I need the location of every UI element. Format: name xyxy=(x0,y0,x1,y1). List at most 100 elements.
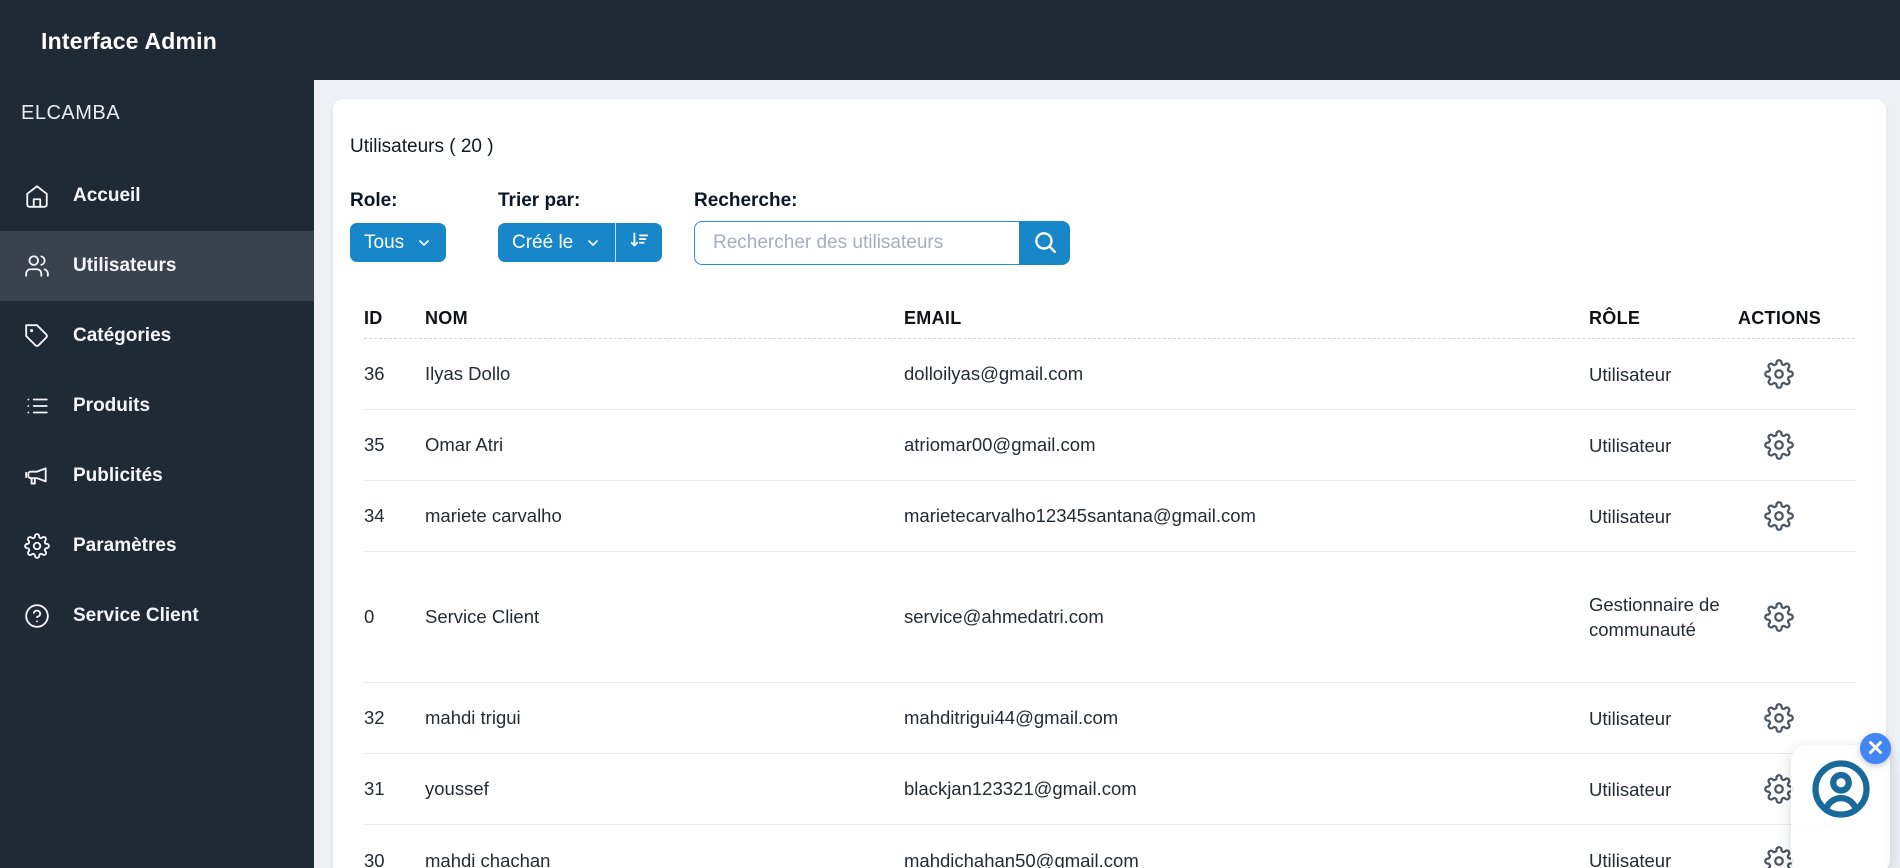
role-dropdown[interactable]: Tous xyxy=(350,223,447,262)
sort-descending-icon xyxy=(628,229,650,257)
tag-icon xyxy=(24,323,51,350)
column-header-nom: NOM xyxy=(425,308,468,328)
table-row: 32 mahdi trigui mahditrigui44@gmail.com … xyxy=(364,683,1855,754)
table-body: 36 Ilyas Dollo dolloilyas@gmail.com Util… xyxy=(364,339,1855,868)
sidebar-item-categories[interactable]: Catégories xyxy=(0,301,314,371)
cell-name: Service Client xyxy=(425,606,540,627)
row-actions-button[interactable] xyxy=(1764,602,1794,632)
cell-name: mariete carvalho xyxy=(425,505,562,526)
table-row: 34 mariete carvalho marietecarvalho12345… xyxy=(364,481,1855,552)
cell-name: Omar Atri xyxy=(425,434,504,455)
app-title: Interface Admin xyxy=(41,28,217,54)
sidebar-item-label: Publicités xyxy=(73,465,163,486)
cell-id: 30 xyxy=(364,849,385,868)
cell-id: 0 xyxy=(364,606,375,627)
gear-icon xyxy=(24,533,51,560)
cell-name: mahdi trigui xyxy=(425,707,521,728)
column-header-id: ID xyxy=(364,308,383,328)
sort-dropdown-value: Créé le xyxy=(512,231,574,253)
cell-id: 32 xyxy=(364,707,385,728)
sidebar-item-label: Service Client xyxy=(73,605,199,626)
gear-icon xyxy=(1764,703,1794,733)
cell-name: mahdi chachan xyxy=(425,849,551,868)
chevron-down-icon xyxy=(416,235,432,251)
sort-direction-button[interactable] xyxy=(616,223,663,262)
cell-email: dolloilyas@gmail.com xyxy=(904,363,1084,384)
role-dropdown-value: Tous xyxy=(364,231,405,253)
cell-name: youssef xyxy=(425,778,489,799)
cell-email: mahditrigui44@gmail.com xyxy=(904,707,1119,728)
cell-role: Utilisateur xyxy=(1589,363,1672,385)
users-card: Utilisateurs ( 20 ) Role: Tous Trier par… xyxy=(333,99,1886,868)
table-header-row: ID NOM EMAIL RÔLE ACTIONS xyxy=(364,299,1855,339)
brand-name: ELCAMBA xyxy=(21,102,121,124)
gear-icon xyxy=(1764,501,1794,531)
sidebar-item-produits[interactable]: Produits xyxy=(0,371,314,441)
row-actions-button[interactable] xyxy=(1764,845,1794,868)
cell-id: 34 xyxy=(364,505,385,526)
cell-email: mahdichahan50@gmail.com xyxy=(904,849,1139,868)
cell-role: Utilisateur xyxy=(1589,707,1672,729)
megaphone-icon xyxy=(24,463,51,490)
gear-icon xyxy=(1764,774,1794,804)
role-filter-label: Role: xyxy=(350,190,398,211)
column-header-actions: ACTIONS xyxy=(1738,308,1822,328)
gear-icon xyxy=(1764,845,1794,868)
search-button[interactable] xyxy=(1019,221,1070,265)
help-icon xyxy=(24,603,51,630)
cell-role: Utilisateur xyxy=(1589,505,1672,527)
gear-icon xyxy=(1764,430,1794,460)
gear-icon xyxy=(1764,602,1794,632)
cell-id: 36 xyxy=(364,363,385,384)
search-label: Recherche: xyxy=(694,190,798,211)
table-row: 30 mahdi chachan mahdichahan50@gmail.com… xyxy=(364,825,1855,868)
sort-dropdown[interactable]: Créé le xyxy=(498,223,617,262)
search-input[interactable] xyxy=(694,221,1019,265)
cell-email: service@ahmedatri.com xyxy=(904,606,1104,627)
sidebar-nav: Accueil Utilisateurs Catégories Produits… xyxy=(0,161,314,651)
row-actions-button[interactable] xyxy=(1764,359,1794,389)
row-actions-button[interactable] xyxy=(1764,774,1794,804)
chat-close-button[interactable] xyxy=(1860,733,1891,764)
cell-email: blackjan123321@gmail.com xyxy=(904,778,1137,799)
row-actions-button[interactable] xyxy=(1764,501,1794,531)
sidebar-item-publicites[interactable]: Publicités xyxy=(0,441,314,511)
sidebar: Interface Admin ELCAMBA Accueil Utilisat… xyxy=(0,0,314,868)
cell-id: 35 xyxy=(364,434,385,455)
cell-role: Gestionnaire de communauté xyxy=(1589,594,1720,640)
chevron-down-icon xyxy=(585,235,601,251)
cell-email: marietecarvalho12345santana@gmail.com xyxy=(904,505,1256,526)
sidebar-item-utilisateurs[interactable]: Utilisateurs xyxy=(0,231,314,301)
column-header-role: RÔLE xyxy=(1589,308,1641,328)
cell-role: Utilisateur xyxy=(1589,778,1672,800)
users-icon xyxy=(24,253,51,280)
filters-bar: Role: Tous Trier par: Créé le Recherche:… xyxy=(350,190,1869,265)
table-row: 31 youssef blackjan123321@gmail.com Util… xyxy=(364,754,1855,825)
row-actions-button[interactable] xyxy=(1764,430,1794,460)
search-icon xyxy=(1032,229,1058,258)
cell-id: 31 xyxy=(364,778,385,799)
sidebar-item-label: Produits xyxy=(73,395,151,416)
close-icon xyxy=(1868,740,1883,758)
person-circle-icon xyxy=(1811,759,1871,868)
sidebar-item-label: Accueil xyxy=(73,185,141,206)
home-icon xyxy=(24,183,51,210)
page-title: Utilisateurs ( 20 ) xyxy=(350,136,494,157)
users-table: ID NOM EMAIL RÔLE ACTIONS 36 Ilyas Dollo… xyxy=(364,299,1855,868)
list-icon xyxy=(24,393,51,420)
sidebar-item-accueil[interactable]: Accueil xyxy=(0,161,314,231)
sidebar-item-parametres[interactable]: Paramètres xyxy=(0,511,314,581)
sidebar-item-label: Catégories xyxy=(73,325,172,346)
column-header-email: EMAIL xyxy=(904,308,962,328)
main-content: Utilisateurs ( 20 ) Role: Tous Trier par… xyxy=(314,80,1900,868)
table-row: 35 Omar Atri atriomar00@gmail.com Utilis… xyxy=(364,410,1855,481)
sidebar-item-service-client[interactable]: Service Client xyxy=(0,581,314,651)
cell-role: Utilisateur xyxy=(1589,850,1672,868)
cell-role: Utilisateur xyxy=(1589,434,1672,456)
row-actions-button[interactable] xyxy=(1764,703,1794,733)
sidebar-item-label: Paramètres xyxy=(73,535,177,556)
sidebar-item-label: Utilisateurs xyxy=(73,255,177,276)
cell-email: atriomar00@gmail.com xyxy=(904,434,1096,455)
table-row: 36 Ilyas Dollo dolloilyas@gmail.com Util… xyxy=(364,339,1855,410)
sort-filter-label: Trier par: xyxy=(498,190,581,211)
